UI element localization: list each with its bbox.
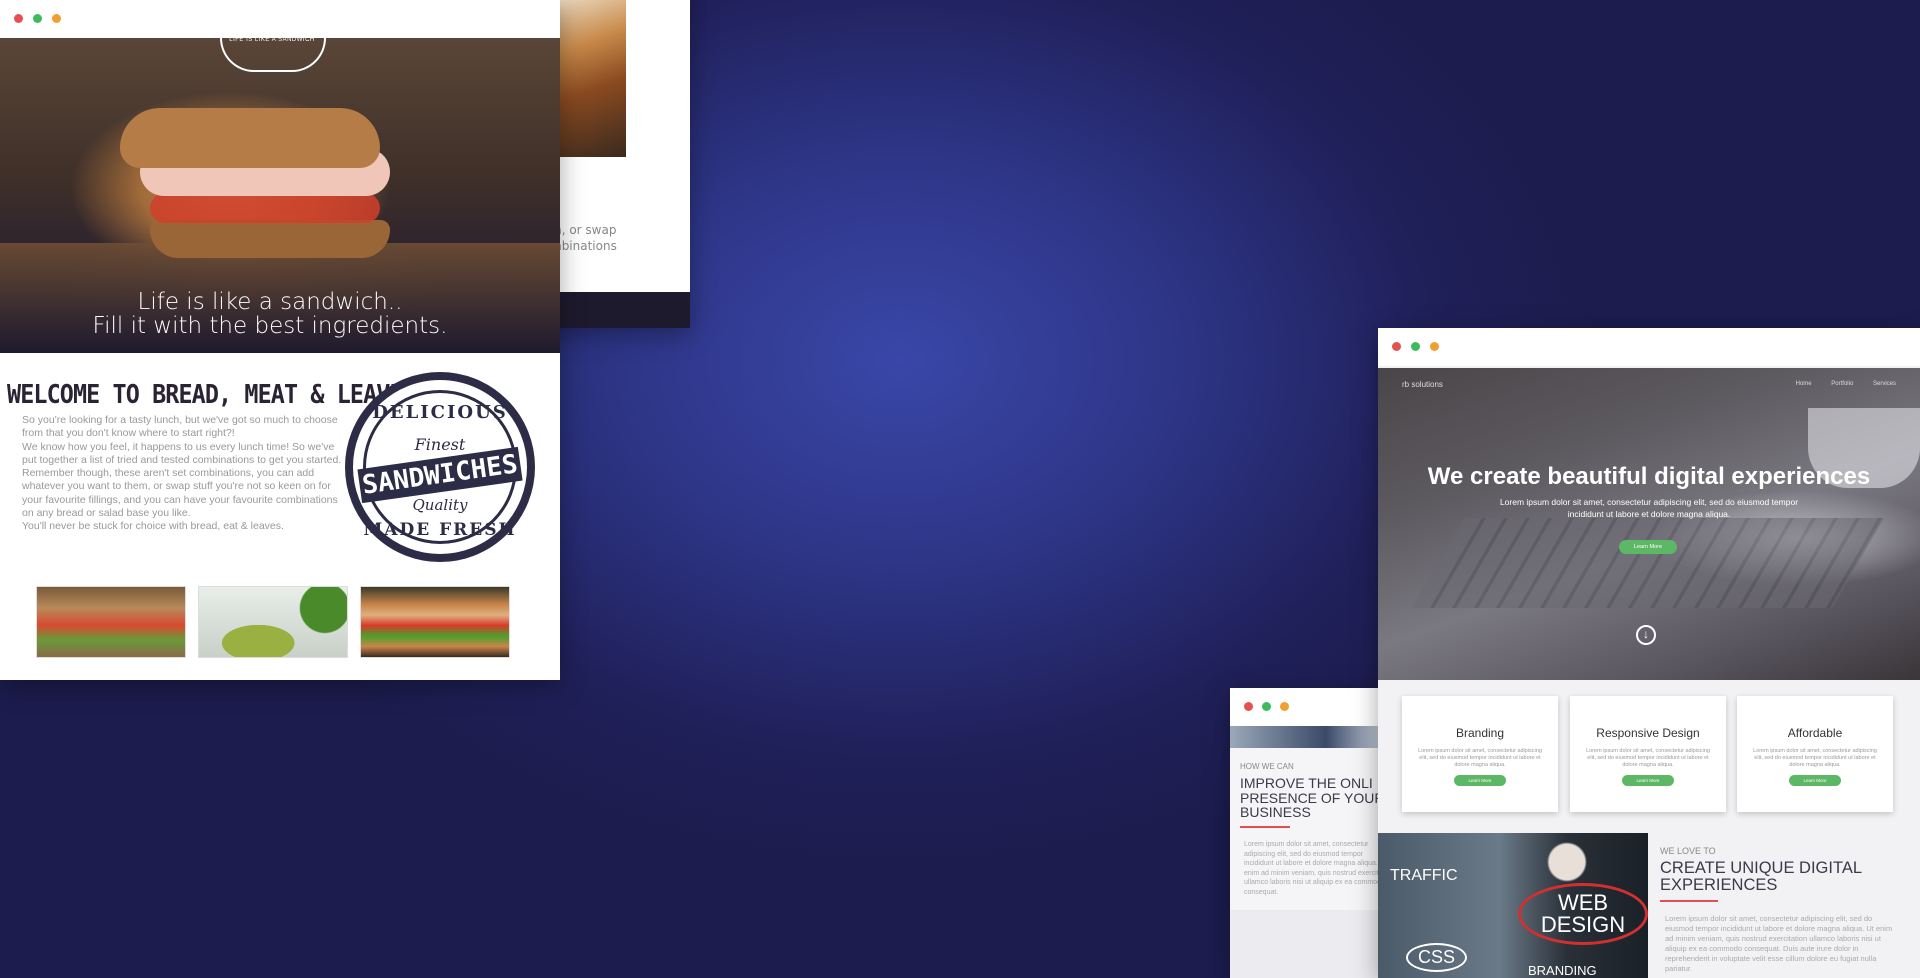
minimize-dot-icon[interactable]: [52, 14, 61, 23]
heading-line: IMPROVE THE ONLI: [1240, 775, 1373, 791]
hero-headline: We create beautiful digital experiences: [1427, 463, 1871, 490]
service-card-affordable: Affordable Lorem ipsum dolor sit amet, c…: [1737, 696, 1893, 812]
section-label: WE LOVE TO: [1660, 846, 1716, 856]
maximize-dot-icon[interactable]: [1262, 702, 1271, 711]
card-learn-more-button[interactable]: Learn More: [1789, 775, 1841, 786]
paragraph: So you're looking for a tasty lunch, but…: [22, 414, 338, 440]
logo-badge-icon: [220, 38, 326, 72]
maximize-dot-icon[interactable]: [33, 14, 42, 23]
image-word-web-design: WEB DESIGN: [1518, 883, 1648, 945]
paragraph: You'll never be stuck for choice with br…: [22, 520, 284, 533]
close-dot-icon[interactable]: [1392, 342, 1401, 351]
top-nav: Home Portfolio Services: [1778, 381, 1896, 387]
partial-text: m, or swap mbinations: [550, 222, 617, 254]
rb-site-window: rb solutions Home Portfolio Services We …: [1378, 328, 1920, 978]
hero-tagline: Life is like a sandwich.. Fill it with t…: [0, 290, 540, 338]
stamp-bottom-text: MADE FRESH: [363, 520, 517, 540]
brand-logo[interactable]: rb solutions: [1402, 380, 1443, 389]
header-image-strip: [1230, 726, 1390, 748]
heading-line: PRESENCE OF YOUR: [1240, 789, 1385, 806]
window-titlebar: [1230, 688, 1390, 726]
image-word-css: CSS: [1406, 943, 1468, 972]
bread-top: [120, 108, 380, 168]
nav-portfolio[interactable]: Portfolio: [1831, 381, 1853, 387]
close-dot-icon[interactable]: [1244, 702, 1253, 711]
card-text: Lorem ipsum dolor sit amet, consectetur …: [1753, 748, 1877, 768]
logo-badge-text: LIFE IS LIKE A SANDWICH: [229, 37, 315, 43]
window-titlebar: [0, 0, 560, 38]
heading-underline: [1240, 826, 1290, 828]
tagline-line-1: Life is like a sandwich..: [137, 289, 403, 315]
partial-text-line: m, or swap: [550, 223, 617, 237]
nav-home[interactable]: Home: [1796, 381, 1812, 387]
section-text: Lorem ipsum dolor sit amet, consectetur …: [1665, 914, 1893, 973]
heading-underline: [1660, 900, 1718, 902]
window-titlebar: [1378, 328, 1920, 366]
web-design-image: TRAFFIC WEB DESIGN CSS BRANDING: [1378, 833, 1648, 978]
gallery-thumbnail[interactable]: [36, 586, 186, 658]
service-card-branding: Branding Lorem ipsum dolor sit amet, con…: [1402, 696, 1558, 812]
card-text: Lorem ipsum dolor sit amet, consectetur …: [1586, 748, 1710, 768]
bread-bottom: [150, 220, 390, 258]
hero-subtext: Lorem ipsum dolor sit amet, consectetur …: [1499, 497, 1799, 519]
section-heading: CREATE UNIQUE DIGITAL EXPERIENCES: [1660, 859, 1862, 894]
stamp-top-text: DELICIOUS: [372, 402, 508, 423]
image-word-traffic: TRAFFIC: [1390, 867, 1458, 884]
section-label: HOW WE CAN: [1240, 762, 1294, 771]
card-title: Branding: [1455, 726, 1505, 740]
rb-site-window-back: HOW WE CAN IMPROVE THE ONLI PRESENCE OF …: [1230, 688, 1390, 978]
service-card-responsive: Responsive Design Lorem ipsum dolor sit …: [1570, 696, 1726, 812]
sandwiches-stamp-icon: DELICIOUS Finest SANDWICHES Quality MADE…: [345, 372, 535, 562]
nav-services[interactable]: Services: [1873, 381, 1896, 387]
dark-footer: [540, 292, 690, 328]
paragraph: Remember though, these aren't set combin…: [22, 467, 338, 520]
card-learn-more-button[interactable]: Learn More: [1622, 775, 1674, 786]
minimize-dot-icon[interactable]: [1280, 702, 1289, 711]
tagline-line-2: Fill it with the best ingredients.: [92, 313, 448, 339]
stamp-quality-text: Quality: [412, 496, 468, 514]
card-title: Affordable: [1787, 726, 1843, 740]
minimize-dot-icon[interactable]: [1430, 342, 1439, 351]
card-text: Lorem ipsum dolor sit amet, consectetur …: [1418, 748, 1542, 768]
sandwich-site-window: LIFE IS LIKE A SANDWICH Life is like a s…: [0, 0, 560, 680]
partial-text-line: mbinations: [550, 239, 617, 253]
gallery-thumbnail[interactable]: [198, 586, 348, 658]
laptop-keyboard: [1412, 518, 1884, 608]
section-text: Lorem ipsum dolor sit amet, consectetur …: [1244, 841, 1390, 896]
paragraph: We know how you feel, it happens to us e…: [22, 440, 342, 466]
scroll-down-icon[interactable]: ↓: [1636, 625, 1656, 645]
heading-line: BUSINESS: [1240, 804, 1311, 820]
image-word-branding: BRANDING: [1528, 963, 1597, 978]
card-learn-more-button[interactable]: Learn More: [1454, 775, 1506, 786]
close-dot-icon[interactable]: [14, 14, 23, 23]
section-footer: [1230, 910, 1390, 978]
gallery-thumbnail[interactable]: [360, 586, 510, 658]
tomato-slice: [150, 193, 380, 223]
hero-laptop-image: rb solutions Home Portfolio Services We …: [1378, 368, 1920, 680]
section-heading: IMPROVE THE ONLI PRESENCE OF YOUR BUSINE…: [1240, 776, 1390, 820]
card-title: Responsive Design: [1596, 726, 1700, 740]
sandwich-site-window-back: m, or swap mbinations: [540, 0, 690, 328]
welcome-paragraph: So you're looking for a tasty lunch, but…: [22, 414, 342, 534]
learn-more-button[interactable]: Learn More: [1619, 540, 1677, 554]
maximize-dot-icon[interactable]: [1411, 342, 1420, 351]
